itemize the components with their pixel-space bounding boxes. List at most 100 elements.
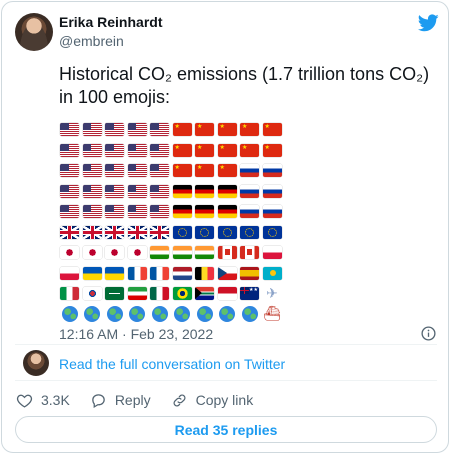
author-avatar[interactable]	[15, 13, 53, 51]
flag-cn-icon: ★	[240, 123, 259, 136]
flag-us-icon	[105, 184, 124, 198]
globe-icon	[196, 306, 213, 322]
flag-emoji-ru	[239, 183, 260, 200]
flag-emoji-it	[59, 285, 80, 302]
flag-emoji-us	[104, 142, 125, 159]
flag-emoji-cn: ★	[217, 142, 238, 159]
flag-ua-icon	[105, 266, 124, 280]
flag-jp-icon	[127, 246, 147, 259]
flag-de-icon	[217, 184, 237, 198]
flag-ru-icon	[262, 205, 282, 218]
flag-be-icon	[195, 266, 214, 280]
flag-cn-icon: ★	[262, 123, 282, 136]
flag-emoji-us	[59, 162, 80, 179]
flag-emoji-es	[239, 265, 260, 282]
twitter-bird-icon[interactable]	[418, 14, 439, 32]
flag-emoji-gb	[127, 224, 148, 241]
globe-icon	[106, 306, 123, 322]
tweet-timestamp[interactable]: 12:16 AM · Feb 23, 2022	[59, 326, 213, 342]
flag-us-icon	[127, 123, 147, 136]
flag-emoji-nl	[172, 265, 193, 282]
flag-emoji-za	[194, 285, 215, 302]
flag-emoji-us	[104, 121, 125, 138]
globe-emoji	[104, 306, 125, 323]
link-icon	[173, 394, 186, 406]
flag-cn-icon: ★	[240, 143, 259, 157]
flag-emoji-cz	[217, 265, 238, 282]
divider	[15, 380, 437, 381]
copy-link-button[interactable]: Copy link	[171, 392, 253, 409]
flag-cn-icon: ★	[172, 143, 192, 157]
flag-emoji-ua	[104, 265, 125, 282]
flag-emoji-jp	[127, 244, 148, 261]
flag-emoji-de	[172, 203, 193, 220]
flag-us-icon	[60, 205, 79, 218]
flag-gb-icon	[127, 225, 147, 239]
read-replies-button[interactable]: Read 35 replies	[15, 416, 437, 443]
flag-emoji-us	[149, 162, 170, 179]
heart-icon	[16, 394, 33, 408]
flag-emoji-us	[127, 203, 148, 220]
flag-emoji-de	[217, 203, 238, 220]
globe-emoji	[82, 306, 103, 323]
flag-emoji-jp	[104, 244, 125, 261]
flag-emoji-de	[194, 203, 215, 220]
flag-nl-icon	[172, 266, 192, 280]
flag-emoji-mx	[149, 285, 170, 302]
flag-de-icon	[172, 184, 192, 198]
flag-gb-icon	[82, 225, 102, 239]
flag-us-icon	[150, 184, 169, 198]
flag-emoji-cn: ★	[172, 162, 193, 179]
flag-fr-icon	[150, 266, 169, 280]
flag-cn-icon: ★	[217, 143, 237, 157]
flag-emoji-cn: ★	[194, 142, 215, 159]
author-name[interactable]: Erika Reinhardt	[59, 14, 162, 30]
flag-us-icon	[105, 205, 124, 218]
read-full-conversation-link[interactable]: Read the full conversation on Twitter	[59, 356, 285, 372]
flag-emoji-ru	[262, 162, 283, 179]
flag-emoji-us	[127, 183, 148, 200]
flag-emoji-in	[194, 244, 215, 261]
flag-emoji-cn: ★	[217, 121, 238, 138]
flag-us-icon	[127, 143, 147, 157]
flag-cz-icon	[217, 266, 237, 280]
flag-gb-icon	[60, 225, 79, 239]
flag-eu-icon	[240, 225, 259, 239]
flag-emoji-de	[194, 183, 215, 200]
flag-mx-icon	[150, 287, 169, 300]
globe-icon	[151, 306, 168, 322]
flag-emoji-jp	[82, 244, 103, 261]
globe-emoji	[217, 306, 238, 323]
flag-ua-icon	[82, 266, 102, 280]
flag-us-icon	[150, 123, 169, 136]
flag-emoji-pl	[262, 244, 283, 261]
flag-emoji-eu	[262, 224, 283, 241]
flag-emoji-ca	[239, 244, 260, 261]
flag-us-icon	[105, 143, 124, 157]
flag-emoji-kz	[262, 265, 283, 282]
like-button[interactable]: 3.3K	[16, 392, 70, 409]
reply-button[interactable]: Reply	[90, 392, 151, 409]
flag-us-icon	[150, 205, 169, 218]
globe-icon	[241, 306, 258, 322]
flag-in-icon	[195, 246, 214, 259]
info-icon[interactable]	[421, 326, 436, 341]
flag-emoji-cn: ★	[239, 121, 260, 138]
flag-emoji-de	[217, 183, 238, 200]
flag-emoji-gb	[104, 224, 125, 241]
flag-emoji-us	[82, 162, 103, 179]
flag-us-icon	[127, 205, 147, 218]
flag-gb-icon	[105, 225, 124, 239]
flag-emoji-br	[172, 285, 193, 302]
flag-emoji-eu	[172, 224, 193, 241]
flag-emoji-us	[59, 142, 80, 159]
flag-sa-icon	[105, 287, 124, 300]
flag-cn-icon: ★	[217, 123, 237, 136]
emoji-grid: ★ ★ ★ ★ ★ ★ ★ ★ ★ ★ ★ ★ ★ ★★ ✈ ⛴	[59, 121, 283, 323]
conversation-avatar[interactable]	[23, 350, 49, 376]
author-handle[interactable]: @embrein	[59, 33, 124, 49]
flag-emoji-cn: ★	[194, 162, 215, 179]
flag-emoji-be	[194, 265, 215, 282]
globe-emoji	[127, 306, 148, 323]
flag-emoji-us	[82, 121, 103, 138]
